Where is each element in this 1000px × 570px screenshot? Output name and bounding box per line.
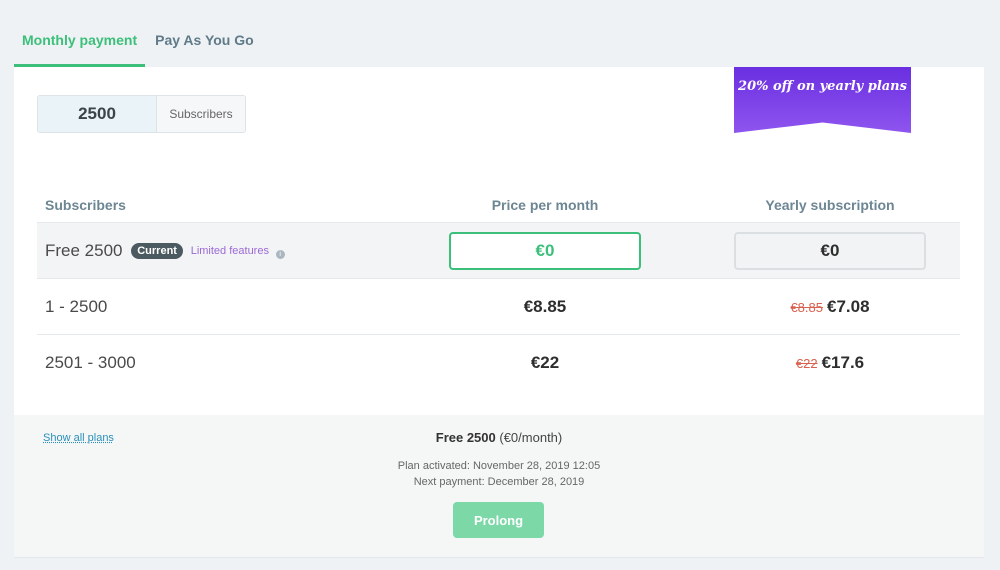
current-plan-summary: Free 2500 (€0/month) [14, 430, 984, 445]
monthly-price-option[interactable]: €0 [449, 231, 641, 270]
yearly-price-cell[interactable]: €22 €17.6 [645, 353, 960, 373]
subscribers-input[interactable] [38, 96, 156, 132]
header-yearly-subscription: Yearly subscription [765, 196, 895, 213]
yearly-price: €7.08 [827, 296, 870, 316]
prolong-button[interactable]: Prolong [453, 502, 544, 538]
yearly-price-cell[interactable]: €8.85 €7.08 [645, 297, 960, 317]
promo-banner: 20% off on yearly plans [734, 67, 911, 133]
table-header: Subscribers Price per month Yearly subsc… [37, 187, 960, 223]
header-price-per-month: Price per month [491, 196, 599, 213]
table-row: Free 2500 Current Limited features i €0 … [37, 223, 960, 279]
table-row[interactable]: 1 - 2500 €8.85 €8.85 €7.08 [37, 279, 960, 335]
info-icon[interactable]: i [275, 249, 285, 259]
current-plan-price: (€0/month) [499, 430, 563, 445]
plan-activated: Plan activated: November 28, 2019 12:05 [397, 460, 601, 472]
pricing-table: Subscribers Price per month Yearly subsc… [37, 187, 960, 390]
old-price: €8.85 [790, 299, 823, 315]
pricing-card: Subscribers 20% off on yearly plans Subs… [14, 67, 984, 415]
plan-summary-panel: Show all plans Free 2500 (€0/month) Plan… [14, 415, 984, 558]
tab-pay-as-you-go[interactable]: Pay As You Go [147, 22, 262, 67]
billing-tabs: Monthly payment Pay As You Go [14, 22, 264, 67]
tab-monthly-payment[interactable]: Monthly payment [14, 22, 146, 67]
next-payment: Next payment: December 28, 2019 [413, 476, 585, 488]
subscribers-field: Subscribers [37, 95, 246, 133]
plan-range: 2501 - 3000 [45, 352, 136, 372]
table-row[interactable]: 2501 - 3000 €22 €22 €17.6 [37, 335, 960, 390]
old-price: €22 [795, 355, 818, 371]
yearly-price-option[interactable]: €0 [734, 231, 926, 270]
header-subscribers: Subscribers [45, 196, 126, 213]
yearly-price: €17.6 [821, 352, 865, 372]
monthly-price[interactable]: €22 [445, 353, 645, 373]
monthly-price[interactable]: €8.85 [445, 297, 645, 317]
subscribers-addon: Subscribers [156, 96, 245, 132]
plan-name: Free 2500 [45, 240, 123, 260]
current-plan-name: Free 2500 [435, 430, 496, 445]
plan-range: 1 - 2500 [45, 296, 108, 316]
plan-dates: Plan activated: November 28, 2019 12:05 … [14, 458, 984, 490]
limited-features-link[interactable]: Limited features [191, 245, 269, 257]
current-badge: Current [131, 242, 183, 259]
